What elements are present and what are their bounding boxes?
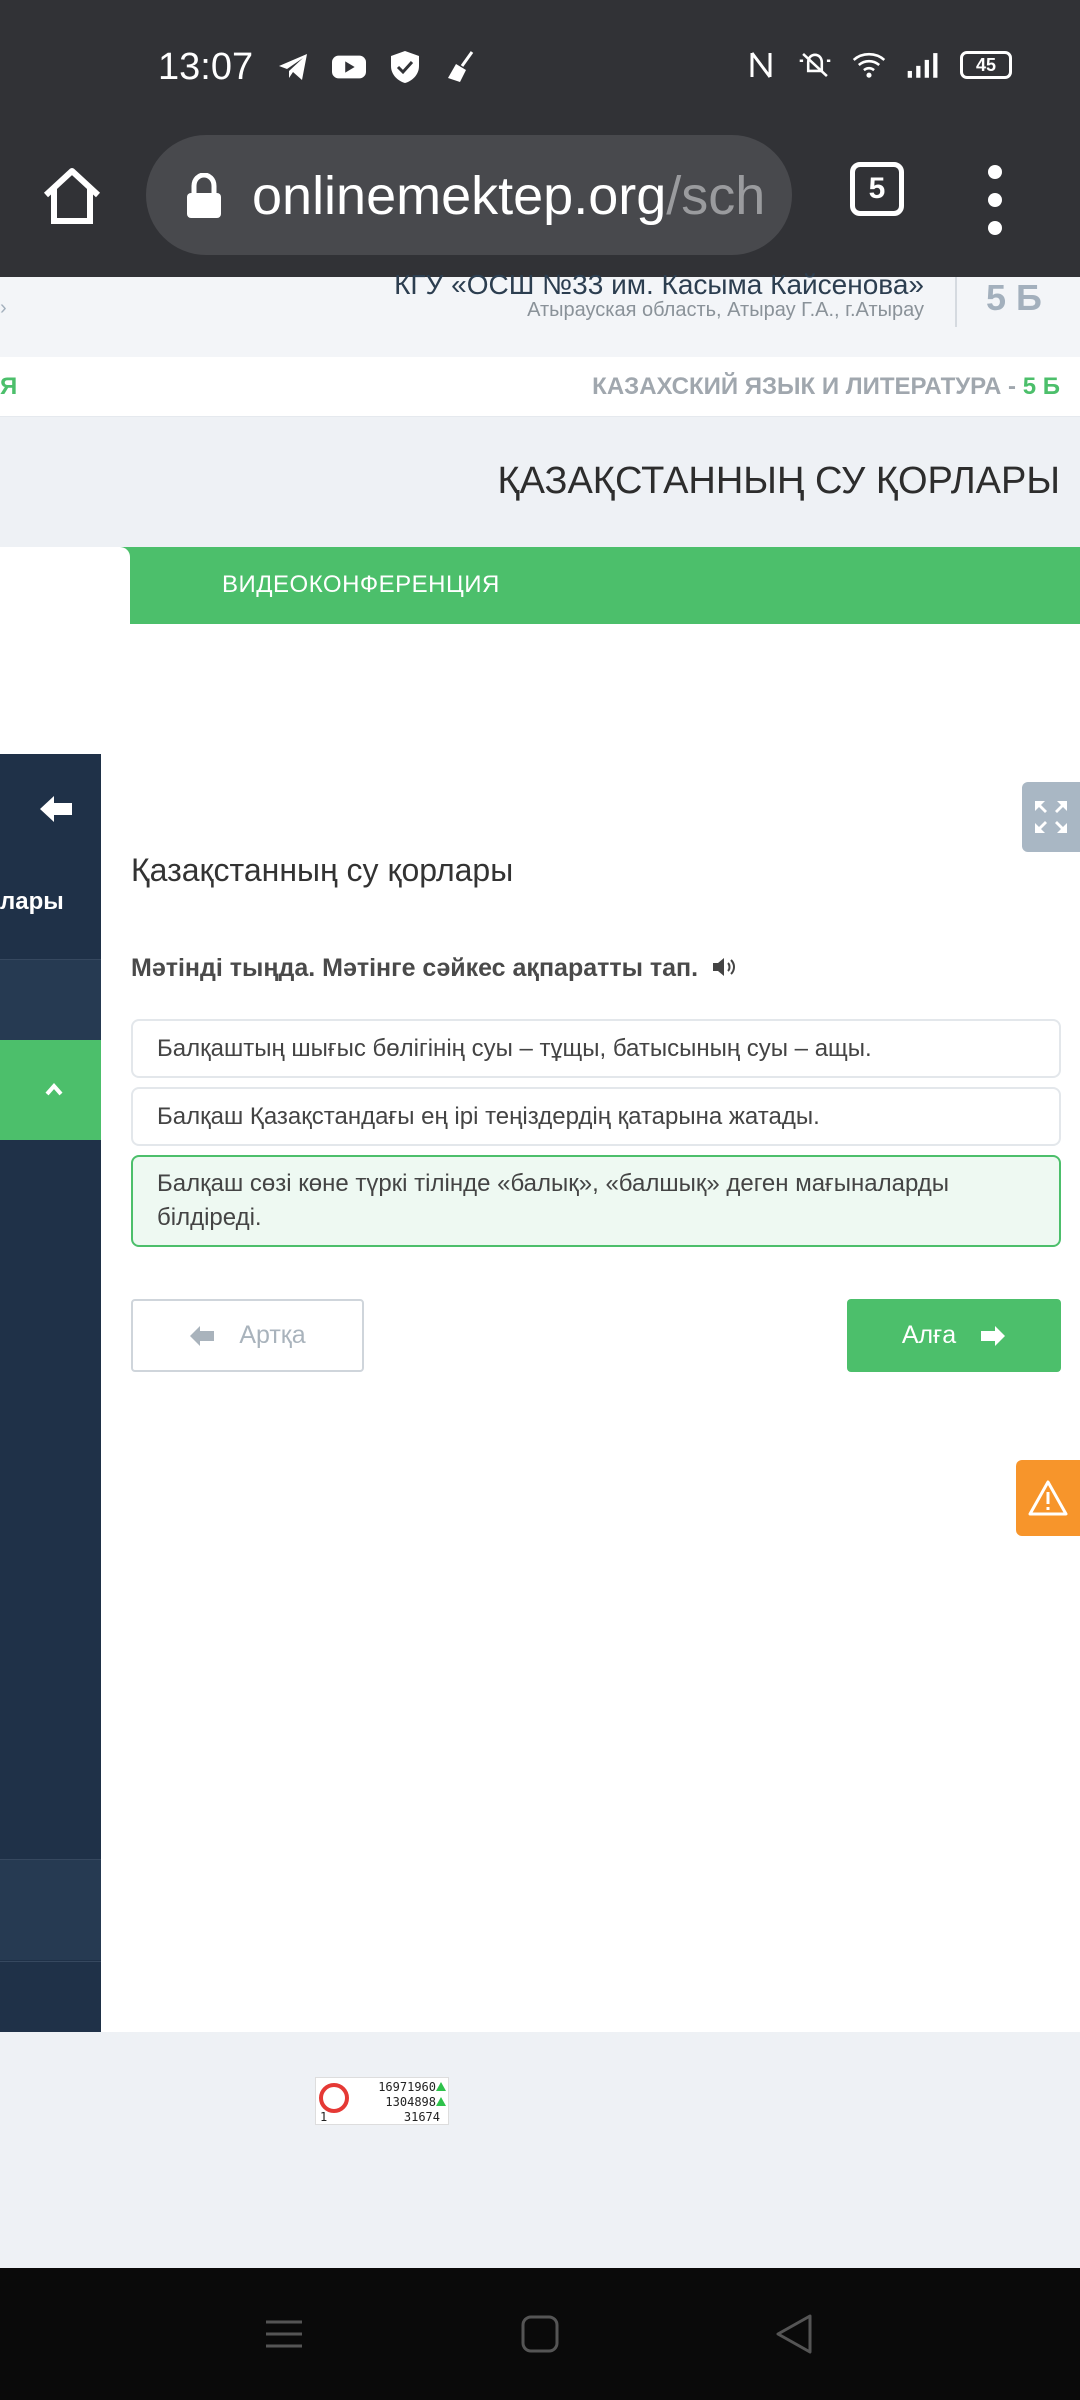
system-nav-bar [0, 2268, 1080, 2400]
home-icon[interactable] [40, 165, 104, 229]
recents-menu-icon[interactable] [262, 2312, 306, 2356]
instruction-text: Мәтінді тыңда. Мәтінге сәйкес ақпаратты … [131, 954, 699, 982]
back-button-label: Артқа [239, 1321, 306, 1349]
sidebar-divider [0, 1961, 101, 1962]
nfc-icon [744, 48, 778, 82]
sidebar-item[interactable] [0, 1860, 101, 1960]
back-triangle-icon[interactable] [772, 2312, 816, 2356]
expand-icon [1035, 801, 1067, 833]
task-instruction: Мәтінді тыңда. Мәтінге сәйкес ақпаратты … [131, 954, 738, 983]
task-title: Қазақстанның су қорлары [131, 852, 514, 888]
answer-option-text: Балқаштың шығыс бөлігінің суы – тұщы, ба… [157, 1034, 872, 1062]
speaker-icon[interactable] [712, 956, 738, 978]
url-text: onlinemektep.org/sch [252, 165, 765, 227]
up-arrow-icon [436, 2082, 446, 2091]
counter-line: 31674 [403, 2110, 440, 2124]
answer-option-text: Балқаш Қазақстандағы ең ірі теңіздердің … [157, 1102, 820, 1130]
answer-option-3-selected[interactable]: Балқаш сөзі көне түркі тілінде «балық», … [131, 1155, 1061, 1247]
home-square-icon[interactable] [518, 2312, 562, 2356]
sidebar-topic-label[interactable]: лары [0, 888, 64, 916]
counter-logo-icon [319, 2083, 349, 2113]
subject-class: 5 Б [1022, 373, 1060, 400]
arrow-right-icon [981, 1325, 1006, 1346]
more-menu-icon[interactable] [980, 165, 1010, 235]
browser-toolbar: onlinemektep.org/sch 5 [0, 135, 1080, 277]
lock-icon [184, 172, 224, 219]
url-bar[interactable]: onlinemektep.org/sch [146, 135, 792, 255]
broom-icon [444, 50, 478, 84]
back-button[interactable]: Артқа [131, 1299, 364, 1372]
counter-line: 16971960 [378, 2080, 436, 2094]
counter-line: 1304898 [385, 2095, 436, 2109]
header-divider [955, 277, 957, 327]
fullscreen-button[interactable] [1022, 782, 1080, 852]
status-time: 13:07 [158, 46, 254, 88]
mute-icon [798, 48, 832, 82]
school-left-mark: › [0, 297, 7, 319]
subject-left-fragment[interactable]: Я [0, 373, 17, 401]
content-spacer [0, 624, 1080, 754]
school-name: КГУ «ОСШ №33 им. Касыма Кайсенова» [394, 269, 924, 300]
class-badge: 5 Б [986, 277, 1042, 318]
subject-bar: Я КАЗАХСКИЙ ЯЗЫК И ЛИТЕРАТУРА - 5 Б [0, 357, 1080, 417]
next-button-label: Алға [901, 1321, 957, 1349]
next-button[interactable]: Алға [847, 1299, 1061, 1372]
chevron-up-icon [44, 1080, 64, 1100]
lesson-tabs: ВИДЕОКОНФЕРЕНЦИЯ [0, 547, 1080, 624]
lesson-sidebar: лары [0, 754, 101, 2032]
arrow-left-icon[interactable] [38, 794, 74, 824]
subject-name: КАЗАХСКИЙ ЯЗЫК И ЛИТЕРАТУРА - [592, 373, 1017, 400]
subject-title: КАЗАХСКИЙ ЯЗЫК И ЛИТЕРАТУРА - 5 Б [592, 373, 1060, 401]
answer-option-text: Балқаш сөзі көне түркі тілінде «балық», … [157, 1170, 950, 1231]
answer-option-2[interactable]: Балқаш Қазақстандағы ең ірі теңіздердің … [131, 1087, 1061, 1146]
sidebar-item[interactable] [0, 960, 101, 1040]
school-region: Атырауская область, Атырау Г.А., г.Атыра… [527, 299, 924, 321]
lesson-title: ҚАЗАҚСТАННЫҢ СУ ҚОРЛАРЫ [497, 460, 1060, 502]
signal-icon [906, 48, 940, 82]
report-problem-button[interactable] [1016, 1460, 1080, 1536]
tab-videoconference[interactable]: ВИДЕОКОНФЕРЕНЦИЯ [222, 571, 500, 599]
school-header: › КГУ «ОСШ №33 им. Касыма Кайсенова» Аты… [0, 269, 1080, 357]
answer-option-1[interactable]: Балқаштың шығыс бөлігінің суы – тұщы, ба… [131, 1019, 1061, 1078]
tab-lesson[interactable] [0, 547, 130, 624]
up-arrow-icon [436, 2097, 446, 2106]
wifi-icon [852, 48, 886, 82]
sidebar-item-active[interactable] [0, 1040, 101, 1140]
url-path: /sch [666, 166, 766, 226]
visitor-counter[interactable]: 16971960 1304898 1 31674 [315, 2077, 449, 2125]
task-panel [101, 754, 1080, 2032]
shield-icon [388, 50, 422, 84]
youtube-icon [332, 50, 366, 84]
warning-icon [1028, 1480, 1068, 1516]
counter-line: 1 [320, 2110, 328, 2124]
status-bar: 13:07 45 [0, 0, 1080, 135]
battery-indicator: 45 [960, 51, 1012, 79]
arrow-left-icon [190, 1325, 215, 1346]
telegram-icon [276, 50, 310, 84]
url-domain: onlinemektep.org [252, 166, 667, 226]
tab-switcher-button[interactable]: 5 [850, 162, 904, 216]
